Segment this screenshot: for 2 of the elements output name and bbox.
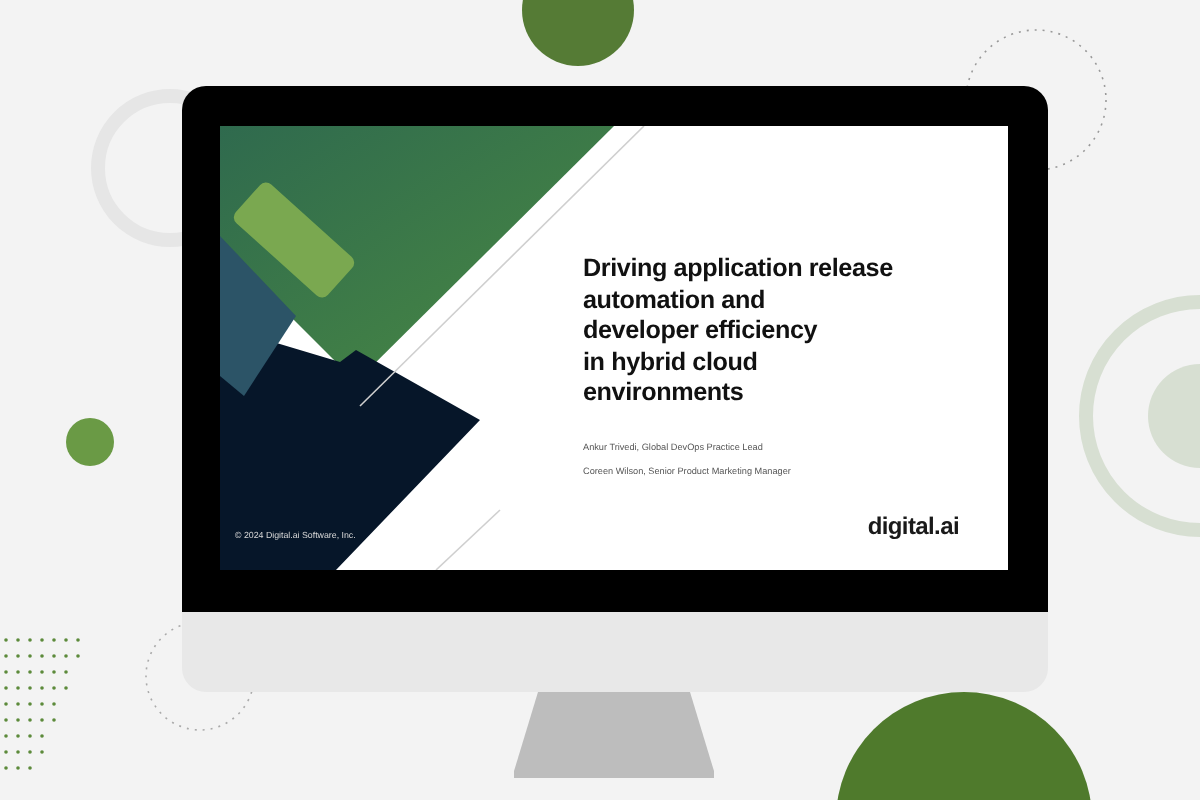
slide-title: Driving application release automation and developer efficiency in hybrid cloud environments bbox=[583, 254, 895, 410]
company-logo: digital.ai bbox=[867, 511, 959, 540]
